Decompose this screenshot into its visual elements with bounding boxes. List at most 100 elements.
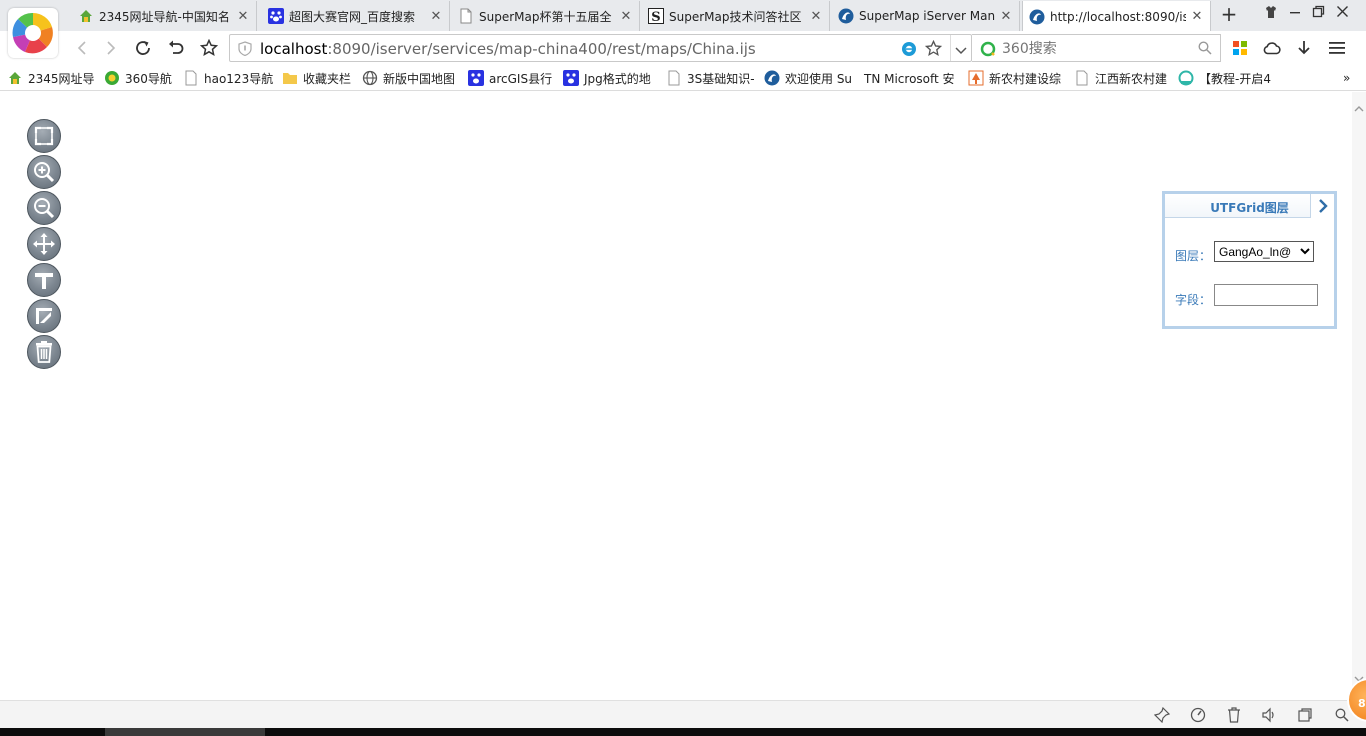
tab-title: SuperMap iServer Man (859, 9, 995, 23)
zoom-out-button[interactable] (27, 191, 61, 225)
scroll-up-icon[interactable] (1352, 102, 1366, 116)
zoom-out-icon (34, 198, 55, 219)
layer-select[interactable]: GangAo_ln@ (1214, 241, 1314, 262)
bookmark-microsoft[interactable]: TN Microsoft 安 (864, 68, 955, 88)
zoom-to-extent-icon (34, 126, 54, 146)
bookmarks-bar: 2345网址导 360导航 hao123导航 收藏夹栏 新版中国地图 arcGI… (0, 64, 1366, 91)
bookmark-hao123[interactable]: hao123导航 (183, 68, 273, 88)
tab-title: 超图大赛官网_百度搜索 (289, 9, 416, 24)
supermap-s-icon: S (648, 8, 664, 24)
bookmark-label: TN Microsoft 安 (864, 71, 955, 86)
url-divider (950, 35, 951, 61)
bookmark-label: 新版中国地图 (383, 71, 456, 86)
bookmark-2345[interactable]: 2345网址导 (7, 68, 95, 88)
search-box[interactable] (972, 34, 1221, 62)
bookmark-supermap-welcome[interactable]: 欢迎使用 Su (764, 68, 852, 88)
close-icon[interactable]: ✕ (236, 9, 250, 24)
bookmark-arcgis[interactable]: arcGIS县行 (468, 68, 552, 88)
tab-title: SuperMap技术问答社区 (669, 9, 802, 24)
zoom-to-extent-button[interactable] (27, 119, 61, 153)
url-text: localhost:8090/iserver/services/map-chin… (260, 40, 756, 58)
document-icon (666, 70, 682, 86)
search-input[interactable] (1002, 39, 1182, 59)
document-icon (183, 70, 199, 86)
chevron-down-icon[interactable] (955, 44, 967, 58)
bookmark-tutorial[interactable]: 【教程-开启4 (1178, 68, 1271, 88)
speed-icon[interactable] (1190, 707, 1206, 723)
zoom-icon[interactable] (1334, 707, 1350, 723)
tab-title: SuperMap杯第十五届全 (479, 9, 612, 24)
reload-button[interactable] (131, 36, 155, 60)
bookmark-jiangxi[interactable]: 江西新农村建 (1074, 68, 1167, 88)
menu-icon[interactable] (1325, 36, 1349, 60)
new-tab-button[interactable]: + (1218, 4, 1240, 26)
map-viewport[interactable]: UTFGrid图层 图层： GangAo_ln@ 字段： (0, 92, 1352, 700)
pin-icon[interactable] (1154, 707, 1170, 723)
volume-icon[interactable] (1261, 707, 1277, 723)
baidu-paw-icon (468, 70, 484, 86)
bookmark-label: 3S基础知识- (687, 71, 755, 86)
apps-grid-icon[interactable] (1228, 36, 1252, 60)
bookmark-3s[interactable]: 3S基础知识- (666, 68, 755, 88)
clear-button[interactable] (27, 335, 61, 369)
favorite-star-button[interactable] (197, 36, 221, 60)
bookmark-label: 收藏夹栏 (303, 71, 352, 86)
close-icon[interactable]: ✕ (999, 9, 1013, 24)
skin-shirt-icon[interactable] (1261, 5, 1281, 25)
bookmark-label: 江西新农村建 (1095, 71, 1168, 86)
bookmark-star-icon[interactable] (924, 39, 943, 60)
bookmark-label: Jpg格式的地 (584, 71, 651, 86)
bookmark-favorites-folder[interactable]: 收藏夹栏 (282, 68, 351, 88)
bookmark-label: hao123导航 (204, 71, 274, 86)
supermap-globe-icon (1029, 9, 1045, 25)
tab-supermap-cup[interactable]: SuperMap杯第十五届全 ✕ (452, 1, 640, 31)
close-icon[interactable]: ✕ (1190, 9, 1204, 24)
utfgrid-panel: UTFGrid图层 图层： GangAo_ln@ 字段： (1162, 191, 1337, 329)
taskbar-active-item[interactable] (105, 728, 265, 736)
bookmark-jpg[interactable]: Jpg格式的地 (563, 68, 651, 88)
bookmark-label: 【教程-开启4 (1199, 71, 1271, 86)
forward-button[interactable] (99, 36, 123, 60)
undo-close-button[interactable] (164, 36, 188, 60)
vertical-scrollbar[interactable] (1352, 92, 1366, 700)
more-bookmarks-icon[interactable]: » (1343, 68, 1350, 88)
ie-engine-icon[interactable] (901, 41, 917, 60)
tab-strip: 2345网址导航-中国知名 ✕ 超图大赛官网_百度搜索 ✕ SuperMap杯第… (0, 0, 1366, 32)
measure-area-button[interactable] (27, 299, 61, 333)
tab-localhost-active[interactable]: http://localhost:8090/is ✕ (1022, 1, 1211, 32)
bookmark-china-map[interactable]: 新版中国地图 (362, 68, 455, 88)
trash-icon[interactable] (1226, 707, 1242, 723)
bookmark-label: 欢迎使用 Su (785, 71, 853, 86)
minimize-icon[interactable] (1285, 5, 1305, 25)
360-nav-icon (104, 70, 120, 86)
download-icon[interactable] (1292, 36, 1316, 60)
zoom-in-icon (34, 162, 55, 183)
window-icon[interactable] (1297, 707, 1313, 723)
close-icon[interactable]: ✕ (619, 9, 633, 24)
panel-collapse-button[interactable] (1310, 194, 1334, 218)
restore-icon[interactable] (1308, 5, 1328, 25)
tab-baidu[interactable]: 超图大赛官网_百度搜索 ✕ (262, 1, 450, 31)
bookmark-360nav[interactable]: 360导航 (104, 68, 172, 88)
close-window-icon[interactable] (1332, 5, 1352, 25)
close-icon[interactable]: ✕ (809, 9, 823, 24)
url-bar[interactable]: localhost:8090/iserver/services/map-chin… (229, 34, 972, 62)
svg-text:S: S (651, 10, 660, 24)
tab-2345[interactable]: 2345网址导航-中国知名 ✕ (72, 1, 257, 31)
bookmark-label: arcGIS县行 (489, 71, 553, 86)
bookmark-new-village[interactable]: 新农村建设综 (968, 68, 1061, 88)
pan-button[interactable] (27, 227, 61, 261)
field-input[interactable] (1214, 284, 1318, 306)
pan-icon (33, 233, 55, 255)
clear-trash-icon (36, 341, 52, 363)
tab-supermap-qa[interactable]: S SuperMap技术问答社区 ✕ (642, 1, 830, 31)
back-button[interactable] (70, 36, 94, 60)
tab-iserver-manager[interactable]: SuperMap iServer Man ✕ (832, 1, 1020, 31)
close-icon[interactable]: ✕ (429, 9, 443, 24)
browser-logo-icon[interactable] (8, 8, 58, 58)
magnifier-icon[interactable] (1198, 41, 1212, 58)
zoom-in-button[interactable] (27, 155, 61, 189)
tab-title: http://localhost:8090/is (1050, 9, 1186, 24)
measure-distance-button[interactable] (27, 263, 61, 297)
cloud-icon[interactable] (1260, 36, 1284, 60)
